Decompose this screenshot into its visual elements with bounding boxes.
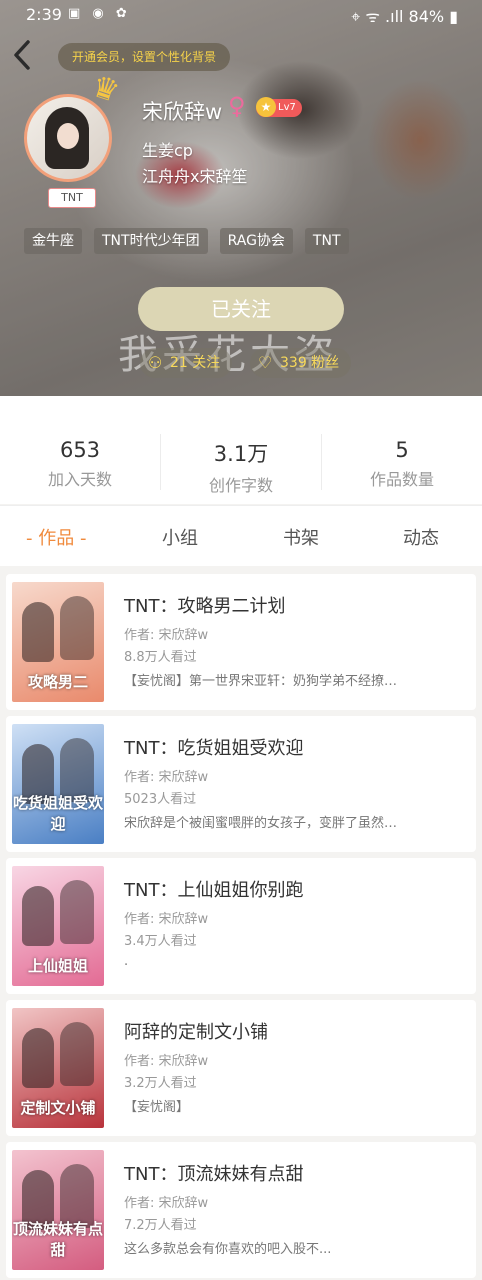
book-cover-title: 定制文小铺	[20, 1099, 96, 1117]
following-text: 21 关注	[170, 355, 221, 371]
avatar[interactable]	[24, 94, 112, 182]
profile-stats: 653 加入天数 3.1万 创作字数 5 作品数量	[0, 396, 482, 504]
list-item[interactable]: 吃货姐姐受欢迎 TNT：吃货姐姐受欢迎 作者: 宋欣辞w 5023人看过 宋欣辞…	[6, 716, 476, 852]
list-item[interactable]: 定制文小铺 阿辞的定制文小铺 作者: 宋欣辞w 3.2万人看过 【妄忧阁】	[6, 1000, 476, 1136]
book-title: TNT：吃货姐姐受欢迎	[124, 738, 304, 759]
tab-bookshelf[interactable]: 书架	[283, 524, 319, 550]
stat-value: 653	[59, 438, 101, 462]
book-title: TNT：攻略男二计划	[124, 596, 286, 617]
stat-label: 加入天数	[47, 470, 112, 489]
book-desc: 【妄忧阁】第一世界宋亚轩：奶狗学弟不经撩…	[124, 674, 398, 689]
book-cover: 吃货姐姐受欢迎	[12, 724, 104, 844]
stat-join-days: 653 加入天数	[0, 438, 160, 490]
book-cover: 定制文小铺	[12, 1008, 104, 1128]
fans-text: 339 粉丝	[280, 355, 340, 371]
book-cover-title: 吃货姐姐受欢迎	[12, 794, 103, 833]
status-right: ⌖ ᯤ .ıll 84% ▮	[351, 7, 458, 26]
tab-groups[interactable]: 小组	[162, 524, 198, 550]
list-item[interactable]: 顶流妹妹有点甜 TNT：顶流妹妹有点甜 作者: 宋欣辞w 7.2万人看过 这么多…	[6, 1142, 476, 1278]
list-item[interactable]: 上仙姐姐 TNT：上仙姐姐你别跑 作者: 宋欣辞w 3.4万人看过 .	[6, 858, 476, 994]
book-title: TNT：上仙姐姐你别跑	[124, 880, 304, 901]
book-cover: 上仙姐姐	[12, 866, 104, 986]
book-desc: 【妄忧阁】	[124, 1100, 190, 1115]
list-item[interactable]: 攻略男二 TNT：攻略男二计划 作者: 宋欣辞w 8.8万人看过 【妄忧阁】第一…	[6, 574, 476, 710]
book-cover-title: 上仙姐姐	[27, 957, 88, 975]
book-author: 作者: 宋欣辞w	[124, 1054, 209, 1069]
book-author: 作者: 宋欣辞w	[124, 1196, 209, 1211]
book-views: 3.4万人看过	[124, 934, 197, 949]
vip-background-tip[interactable]: 开通会员，设置个性化背景	[58, 43, 231, 71]
avatar-face	[57, 123, 79, 149]
tag-item[interactable]: TNT	[304, 228, 349, 254]
signature-line-1: 生姜cp	[142, 141, 193, 160]
level-badge: ★ Lv7	[256, 97, 302, 117]
book-author: 作者: 宋欣辞w	[124, 770, 209, 785]
notification-icons: ▣ ◉ ✿	[68, 6, 131, 21]
book-views: 5023人看过	[124, 792, 197, 807]
tag-item[interactable]: TNT时代少年团	[94, 228, 208, 254]
following-count[interactable]: ⚇ 21 关注	[140, 348, 233, 378]
avatar-badge: TNT	[48, 188, 96, 208]
tag-item[interactable]: 金牛座	[24, 228, 82, 254]
status-time: 2:39	[26, 5, 62, 24]
tag-item[interactable]: RAG协会	[219, 228, 293, 254]
book-author: 作者: 宋欣辞w	[124, 628, 209, 643]
nickname: 宋欣辞w	[142, 100, 223, 124]
stat-value: 3.1万	[213, 442, 269, 466]
female-gender-icon: ♀	[228, 92, 246, 120]
book-cover-title: 攻略男二	[27, 673, 88, 691]
book-desc: 这么多款总会有你喜欢的吧入股不...	[124, 1242, 332, 1257]
book-cover: 攻略男二	[12, 582, 104, 702]
person-icon: ⚇	[148, 353, 163, 372]
tab-activity[interactable]: 动态	[403, 524, 439, 550]
book-desc: .	[124, 954, 129, 969]
stat-label: 作品数量	[369, 470, 434, 489]
book-views: 8.8万人看过	[124, 650, 197, 665]
stat-word-count: 3.1万 创作字数	[161, 438, 321, 496]
medal-icon: ★	[256, 97, 276, 117]
back-arrow-icon[interactable]	[10, 38, 40, 72]
signature-line-2: 江舟舟x宋辞笙	[142, 167, 248, 186]
heart-icon: ♡	[258, 353, 273, 372]
fans-count[interactable]: ♡ 339 粉丝	[250, 348, 352, 378]
book-views: 7.2万人看过	[124, 1218, 197, 1233]
follow-button[interactable]: 已关注	[138, 287, 344, 331]
profile-tags: 金牛座 TNT时代少年团 RAG协会 TNT	[24, 228, 349, 254]
level-text: Lv7	[278, 102, 296, 113]
book-author: 作者: 宋欣辞w	[124, 912, 209, 927]
book-cover: 顶流妹妹有点甜	[12, 1150, 104, 1270]
stat-label: 创作字数	[208, 476, 273, 495]
book-title: TNT：顶流妹妹有点甜	[124, 1164, 304, 1185]
tab-works[interactable]: - 作品 -	[26, 524, 86, 550]
book-desc: 宋欣辞是个被闺蜜喂胖的女孩子，变胖了虽然…	[124, 816, 398, 831]
book-title: 阿辞的定制文小铺	[124, 1022, 268, 1043]
book-cover-title: 顶流妹妹有点甜	[12, 1220, 103, 1259]
stat-works-count: 5 作品数量	[322, 438, 482, 490]
book-views: 3.2万人看过	[124, 1076, 197, 1091]
stat-value: 5	[395, 438, 409, 462]
profile-tabs: - 作品 - 小组 书架 动态	[0, 505, 482, 566]
status-bar: 2:39 ▣ ◉ ✿ ⌖ ᯤ .ıll 84% ▮	[0, 0, 482, 30]
